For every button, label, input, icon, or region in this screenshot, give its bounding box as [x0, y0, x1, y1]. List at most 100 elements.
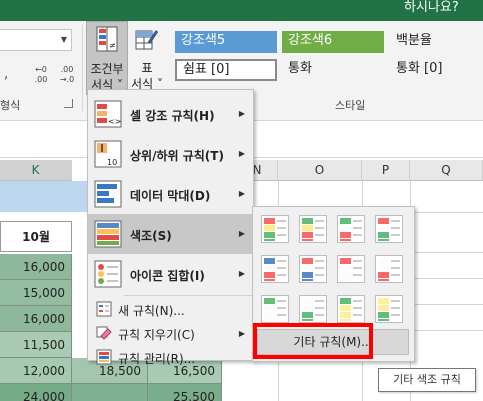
increase-decimal-bottom: .00 [34, 75, 48, 84]
menu-label: 규칙 관리(R)... [118, 352, 196, 366]
decrease-decimal-top: .00 [60, 65, 74, 74]
color-scale-icon [378, 218, 400, 241]
tooltip: 기타 색조 규칙 [378, 368, 476, 392]
menu-item-top-bottom-rules[interactable]: 10 상위/하위 규칙(T) ▶ [88, 134, 253, 174]
color-scale-icon [378, 258, 400, 281]
submenu-arrow-icon: ▶ [238, 189, 245, 198]
divider [82, 25, 83, 111]
style-percent[interactable]: 백분율 [390, 31, 483, 53]
title-bar: 하시나요? [0, 0, 483, 21]
format-as-table-button[interactable]: 표 서식 ˅ [131, 25, 163, 95]
menu-item-clear-rules[interactable]: 규칙 지우기(C) ▶ [88, 321, 253, 345]
color-scale-swatch[interactable] [299, 295, 327, 323]
data-bars-icon [94, 180, 122, 208]
menu-label: 색조(S) [130, 229, 172, 243]
icon-sets-icon [94, 260, 122, 288]
highlight-annotation-box [253, 323, 373, 359]
menu-label: 셀 강조 규칙(H) [130, 109, 215, 123]
color-scale-swatch[interactable] [261, 255, 289, 283]
color-scale-swatch[interactable] [375, 295, 403, 323]
conditional-formatting-menu: <> 셀 강조 규칙(H) ▶ 10 상위/하위 규칙(T) ▶ 데이터 막대(… [87, 89, 254, 366]
color-scale-swatch[interactable] [337, 255, 365, 283]
menu-item-new-rule[interactable]: 새 규칙(N)... [88, 297, 253, 321]
svg-text:<>: <> [108, 117, 121, 126]
submenu-arrow-icon: ▶ [238, 229, 245, 238]
color-scale-icon [302, 298, 324, 321]
number-format-combo[interactable]: ▼ [0, 29, 72, 51]
menu-item-data-bars[interactable]: 데이터 막대(D) ▶ [88, 174, 253, 214]
table-cell[interactable] [72, 384, 148, 401]
conditional-formatting-icon: ≠ [96, 26, 118, 52]
table-cell[interactable]: 11,500 [0, 332, 72, 358]
clear-rules-icon [96, 326, 112, 340]
table-cell[interactable]: 16,000 [0, 254, 72, 280]
increase-decimal-top: ←0 [35, 65, 47, 74]
color-scale-swatch[interactable] [299, 215, 327, 243]
submenu-arrow-icon: ▶ [238, 329, 245, 338]
month-header-cell[interactable]: 10월 [0, 221, 72, 252]
column-header-k[interactable]: K [0, 160, 72, 181]
decrease-decimal-icon[interactable]: .00 →.0 [56, 65, 78, 85]
color-scales-icon [94, 220, 122, 248]
style-comma0[interactable]: 쉼표 [0] [175, 59, 277, 81]
menu-item-highlight-cells-rules[interactable]: <> 셀 강조 규칙(H) ▶ [88, 94, 253, 134]
menu-item-manage-rules[interactable]: 규칙 관리(R)... [88, 345, 253, 369]
color-scale-icon [340, 258, 362, 281]
column-header-o[interactable]: O [278, 160, 362, 181]
style-currency[interactable]: 통화 [282, 59, 384, 81]
color-scale-swatch[interactable] [337, 215, 365, 243]
conditional-formatting-label-1: 조건부 [90, 62, 124, 76]
menu-item-icon-sets[interactable]: 아이콘 집합(I) ▶ [88, 254, 253, 294]
submenu-arrow-icon: ▶ [238, 269, 245, 278]
conditional-formatting-button[interactable]: ≠ 조건부 서식 ˅ [86, 21, 128, 95]
svg-text:≠: ≠ [109, 41, 116, 50]
menu-label: 아이콘 집합(I) [130, 269, 205, 283]
menu-item-color-scales[interactable]: 색조(S) ▶ [88, 214, 253, 254]
highlight-cells-rules-icon: <> [94, 100, 122, 128]
color-scale-icon [302, 258, 324, 281]
title-text: 하시나요? [404, 0, 459, 15]
increase-decimal-icon[interactable]: ←0 .00 [30, 65, 52, 85]
color-scale-icon [264, 258, 286, 281]
table-cell[interactable]: 12,000 [0, 358, 72, 384]
format-as-table-label-1: 표 [141, 61, 153, 75]
menu-label: 새 규칙(N)... [118, 304, 185, 318]
color-scale-icon [264, 218, 286, 241]
svg-text:10: 10 [107, 158, 117, 167]
format-as-table-icon [135, 30, 159, 50]
number-group-label: 형식 [0, 99, 21, 112]
submenu-arrow-icon: ▶ [238, 109, 245, 118]
color-scale-icon [340, 298, 362, 321]
color-scale-swatch[interactable] [299, 255, 327, 283]
color-scale-icon [264, 298, 286, 321]
new-rule-icon [96, 301, 112, 317]
color-scale-icon [302, 218, 324, 241]
menu-label: 데이터 막대(D) [130, 189, 211, 203]
color-scale-swatch[interactable] [375, 215, 403, 243]
comma-style-button[interactable]: , [4, 67, 8, 82]
table-cell[interactable]: 16,000 [0, 306, 72, 332]
color-scale-icon [340, 218, 362, 241]
chevron-down-icon[interactable]: ▼ [61, 35, 67, 44]
submenu-arrow-icon: ▶ [238, 149, 245, 158]
table-cell[interactable]: 15,000 [0, 280, 72, 306]
top-bottom-rules-icon: 10 [94, 140, 122, 168]
table-cell[interactable]: 25,500 [148, 384, 222, 401]
style-accent6[interactable]: 강조색6 [282, 31, 384, 53]
style-accent5[interactable]: 강조색5 [175, 31, 277, 53]
color-scale-swatch[interactable] [337, 295, 365, 323]
color-scale-swatch[interactable] [261, 215, 289, 243]
color-scale-swatch[interactable] [261, 295, 289, 323]
style-currency0[interactable]: 통화 [0] [390, 59, 483, 81]
color-scale-swatch[interactable] [375, 255, 403, 283]
column-header-q[interactable]: Q [410, 160, 483, 181]
column-header-p[interactable]: P [362, 160, 410, 181]
menu-label: 상위/하위 규칙(T) [130, 149, 224, 163]
dialog-launcher-icon[interactable] [64, 99, 73, 108]
menu-separator [124, 295, 252, 296]
menu-label: 규칙 지우기(C) [118, 328, 195, 342]
table-cell[interactable]: 24,000 [0, 384, 72, 401]
color-scale-icon [378, 298, 400, 321]
styles-group-label: 스타일 [335, 99, 366, 112]
manage-rules-icon [96, 349, 112, 365]
